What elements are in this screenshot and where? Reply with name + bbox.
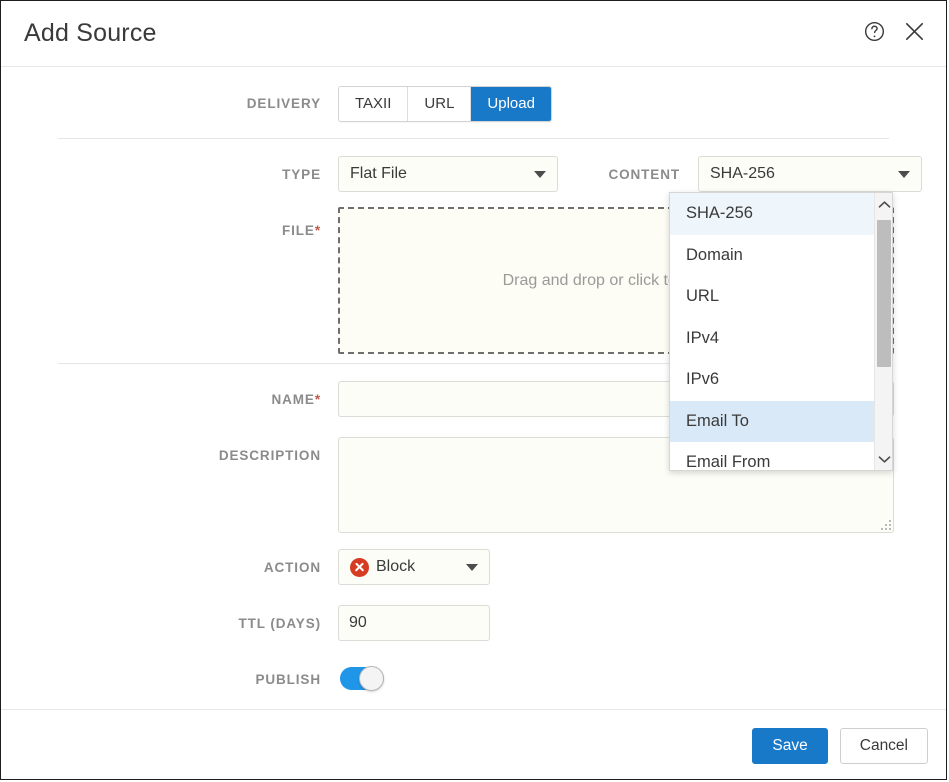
type-select[interactable]: Flat File xyxy=(338,156,558,192)
action-select[interactable]: Block xyxy=(338,549,490,585)
chevron-down-icon xyxy=(534,171,546,178)
chevron-down-icon xyxy=(466,564,478,571)
type-content-row: TYPE Flat File CONTENT SHA-256 xyxy=(1,156,946,192)
ttl-row: TTL (DAYS) 90 xyxy=(1,605,946,641)
chevron-down-icon xyxy=(898,171,910,178)
dialog-header: Add Source xyxy=(1,1,946,67)
file-required-mark: * xyxy=(314,223,321,238)
content-dropdown-menu[interactable]: SHA-256 Domain URL IPv4 IPv6 Email To Em… xyxy=(669,192,893,471)
content-option-url[interactable]: URL xyxy=(670,276,875,318)
scrollbar-thumb[interactable] xyxy=(877,220,891,367)
content-dropdown-list: SHA-256 Domain URL IPv4 IPv6 Email To Em… xyxy=(670,193,875,470)
content-option-email-from[interactable]: Email From xyxy=(670,442,875,470)
type-label: TYPE xyxy=(282,167,321,182)
dialog-footer: Save Cancel xyxy=(1,709,946,779)
content-option-ipv6[interactable]: IPv6 xyxy=(670,359,875,401)
footer-button-group: Save Cancel xyxy=(752,728,928,764)
content-select[interactable]: SHA-256 xyxy=(698,156,922,192)
file-label: FILE* xyxy=(1,224,321,238)
block-circle-x-icon xyxy=(350,557,369,577)
action-row: ACTION Block xyxy=(1,549,946,585)
name-required-mark: * xyxy=(314,392,321,407)
header-icon-group xyxy=(860,17,928,45)
action-select-value: Block xyxy=(376,558,416,575)
type-select-value: Flat File xyxy=(350,165,407,182)
resize-handle-icon[interactable] xyxy=(881,520,891,530)
section-divider-top xyxy=(58,138,889,139)
ttl-input[interactable]: 90 xyxy=(338,605,490,641)
delivery-label: DELIVERY xyxy=(246,96,321,111)
publish-toggle[interactable] xyxy=(340,666,384,691)
scroll-up-icon[interactable] xyxy=(875,193,892,215)
save-button[interactable]: Save xyxy=(752,728,828,764)
scroll-down-icon[interactable] xyxy=(875,448,892,470)
content-label: CONTENT xyxy=(608,167,680,182)
content-option-email-to[interactable]: Email To xyxy=(670,400,875,442)
delivery-row: DELIVERY TAXII URL Upload xyxy=(1,86,946,122)
name-label-text: NAME xyxy=(271,392,315,407)
publish-row: PUBLISH xyxy=(1,666,946,691)
content-dropdown-scrollbar[interactable] xyxy=(874,193,892,470)
description-label: DESCRIPTION xyxy=(218,448,321,463)
delivery-segmented-control[interactable]: TAXII URL Upload xyxy=(338,86,552,122)
file-label-text: FILE xyxy=(281,223,315,238)
delivery-option-taxii[interactable]: TAXII xyxy=(339,87,409,121)
delivery-option-upload[interactable]: Upload xyxy=(471,87,551,121)
delivery-option-url[interactable]: URL xyxy=(408,87,472,121)
add-source-dialog: Add Source DELIVERY TAXII URL Upload TYP… xyxy=(0,0,947,780)
publish-label: PUBLISH xyxy=(255,672,321,687)
content-option-ipv4[interactable]: IPv4 xyxy=(670,317,875,359)
content-option-sha256[interactable]: SHA-256 xyxy=(670,193,875,235)
name-label: NAME* xyxy=(1,393,321,407)
ttl-input-value: 90 xyxy=(349,614,367,631)
ttl-label: TTL (DAYS) xyxy=(238,616,321,631)
content-option-domain[interactable]: Domain xyxy=(670,234,875,276)
action-label: ACTION xyxy=(263,560,321,575)
close-icon[interactable] xyxy=(900,17,928,45)
cancel-button[interactable]: Cancel xyxy=(839,728,928,764)
page-title: Add Source xyxy=(24,19,157,47)
help-circle-icon[interactable] xyxy=(860,17,888,45)
content-select-value: SHA-256 xyxy=(710,165,775,182)
publish-toggle-knob xyxy=(359,666,384,691)
